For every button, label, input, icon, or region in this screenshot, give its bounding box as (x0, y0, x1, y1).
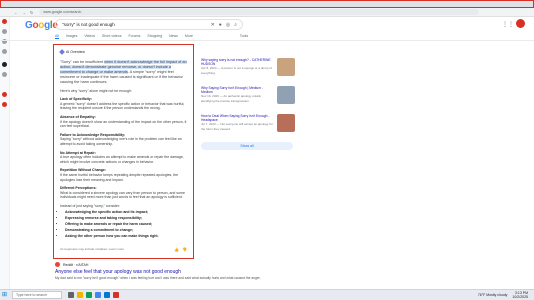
taskbar-search-input[interactable]: Type here to search (12, 291, 62, 299)
source-card[interactable]: Why saying sorry is not enough? - CATHER… (201, 58, 295, 81)
reason-text: What is considered a sincere apology can… (60, 190, 185, 200)
forward-icon[interactable]: → (22, 10, 26, 15)
search-box[interactable]: "sorry" is not good enough ✕ ● ◎ ⌕ (55, 19, 243, 30)
tab-shopping[interactable]: Shopping (147, 34, 162, 39)
ai-overview-actions: 👍 👎 (174, 248, 187, 253)
reason-text: If the apology doesn't show an understan… (60, 119, 187, 129)
list-item: Acknowledging the specific action and it… (65, 210, 188, 215)
source-title[interactable]: How to Deal When Saying Sorry Isn't Enou… (201, 114, 269, 122)
result-site-name: Reddit · r/AITAH (63, 262, 89, 267)
excel-icon[interactable] (86, 292, 92, 298)
mic-icon[interactable]: ● (219, 22, 222, 28)
reddit-icon (55, 262, 60, 267)
sidepanel-app-icon[interactable] (2, 102, 7, 107)
search-input[interactable]: "sorry" is not good enough (62, 22, 115, 27)
ai-overview-header: AI Overview (59, 49, 188, 56)
windows-taskbar: ⊞ Type here to search 76°F Mostly cloudy… (0, 289, 534, 300)
thumbs-up-icon[interactable]: 👍 (174, 248, 179, 253)
sidepanel-app-icon[interactable] (2, 62, 7, 67)
reason-text: Saying "sorry" without acknowledging one… (60, 137, 182, 146)
reason-text: A generic "sorry" doesn't address the sp… (60, 101, 185, 111)
search-result[interactable]: Reddit · r/AITAH Anyone else feel that y… (55, 262, 265, 280)
list-item: Asking the other person how you can make… (65, 234, 188, 239)
source-card[interactable]: Why Saying Sorry Isn't Enough | Medium -… (201, 86, 295, 109)
tab-forums[interactable]: Forums (128, 34, 140, 39)
show-all-button[interactable]: Show all (201, 142, 293, 150)
why-heading: Here's why "sorry" alone might not be en… (60, 88, 132, 93)
sidepanel-app-icon[interactable] (2, 49, 7, 54)
nav-buttons: ← → ↻ (14, 10, 33, 15)
source-thumbnail[interactable] (277, 86, 295, 104)
lead-text: "Sorry" can be insufficient (60, 59, 105, 64)
sources-panel: Why saying sorry is not enough? - CATHER… (201, 58, 295, 150)
tab-more[interactable]: More (185, 34, 193, 39)
source-meta: Apr 8, 2024 — A person is not a sponge o… (201, 66, 272, 75)
tab-news[interactable]: News (169, 34, 178, 39)
suggestion-list: Acknowledging the specific action and it… (65, 210, 188, 238)
ai-overview-label: AI Overview (66, 50, 85, 54)
file-explorer-icon[interactable] (77, 292, 83, 298)
reason-text: If the same hurtful behavior keeps repea… (60, 172, 179, 182)
clear-icon[interactable]: ✕ (211, 22, 215, 28)
tab-tools[interactable]: Tools (240, 34, 248, 39)
source-thumbnail[interactable] (277, 114, 295, 132)
source-card[interactable]: How to Deal When Saying Sorry Isn't Enou… (201, 114, 295, 137)
side-panel (0, 17, 10, 289)
list-item: Expressing remorse and taking responsibi… (65, 216, 188, 221)
sparkle-icon (59, 49, 65, 56)
result-snippet: My dad said to me "sorry isn't good enou… (55, 276, 261, 280)
source-list: Why saying sorry is not enough? - CATHER… (201, 58, 295, 137)
address-input[interactable]: www.google.com/search (39, 9, 480, 15)
back-icon[interactable]: ← (14, 10, 18, 15)
ai-overview-lead: "Sorry" can be insufficient when it does… (60, 59, 188, 85)
search-tabs: All Images Videos Short videos Forums Shoppin… (55, 34, 248, 39)
result-title-link[interactable]: Anyone else feel that your apology was n… (55, 269, 265, 275)
taskbar-apps (68, 292, 119, 298)
weather-status[interactable]: 76°F Mostly cloudy (478, 293, 508, 297)
app-icon[interactable] (113, 292, 119, 298)
source-meta: Jul 7, 2023 — Not everyone will accept a… (201, 122, 273, 131)
camera-icon[interactable]: ◎ (226, 22, 230, 28)
screenshot: ← → ↻ www.google.com/search Google "sorr… (0, 0, 534, 300)
search-icon[interactable]: ⌕ (234, 22, 237, 28)
source-meta: Nov 16, 2020 — An authentic apology enta… (201, 94, 261, 103)
reload-icon[interactable]: ↻ (30, 10, 33, 15)
source-title[interactable]: Why saying sorry is not enough? - CATHER… (201, 58, 271, 66)
source-title[interactable]: Why Saying Sorry Isn't Enough | Medium -… (201, 86, 263, 94)
avatar[interactable] (516, 19, 525, 28)
tab-short-videos[interactable]: Short videos (102, 34, 121, 39)
clock-date: 10/2/2025 (512, 295, 528, 299)
edge-icon[interactable] (104, 292, 110, 298)
task-view-icon[interactable] (68, 292, 74, 298)
source-text: Why saying sorry is not enough? - CATHER… (201, 58, 274, 81)
ai-overview-panel: AI Overview "Sorry" can be insufficient … (53, 44, 194, 259)
windows-start-icon[interactable]: ⊞ (2, 291, 10, 299)
source-text: Why Saying Sorry Isn't Enough | Medium -… (201, 86, 274, 109)
sidepanel-app-icon[interactable] (2, 29, 7, 34)
instead-heading: Instead of just saying "sorry," consider… (60, 203, 121, 208)
list-item: Offering to make amends or repair the ha… (65, 222, 188, 227)
source-thumbnail[interactable] (277, 58, 295, 76)
result-site: Reddit · r/AITAH (55, 262, 265, 267)
ai-disclaimer[interactable]: AI responses may include mistakes. Learn… (60, 247, 124, 252)
chrome-icon[interactable] (95, 292, 101, 298)
reason-text: A true apology often includes an attempt… (60, 155, 184, 164)
clock[interactable]: 3:13 PM 10/2/2025 (512, 291, 528, 299)
address-bar-row: ← → ↻ www.google.com/search (0, 8, 534, 17)
header-divider (0, 40, 534, 41)
system-tray: 76°F Mostly cloudy 3:13 PM 10/2/2025 (478, 291, 528, 299)
sidepanel-app-icon[interactable] (2, 19, 7, 24)
tab-all[interactable]: All (55, 34, 59, 39)
google-logo[interactable]: Google (25, 20, 58, 31)
tab-images[interactable]: Images (66, 34, 77, 39)
apps-grid-icon[interactable]: ⋮⋮ (502, 21, 514, 28)
sidepanel-app-icon[interactable] (2, 92, 7, 97)
sidepanel-app-icon[interactable] (2, 72, 7, 77)
list-item: Demonstrating a commitment to change; (65, 228, 188, 233)
source-text: How to Deal When Saying Sorry Isn't Enou… (201, 114, 274, 137)
tab-videos[interactable]: Videos (84, 34, 95, 39)
reason-sections: Lack of Specificity: A generic "sorry" do… (60, 97, 188, 200)
browser-tab-strip[interactable] (0, 0, 534, 8)
thumbs-down-icon[interactable]: 👎 (182, 248, 187, 253)
